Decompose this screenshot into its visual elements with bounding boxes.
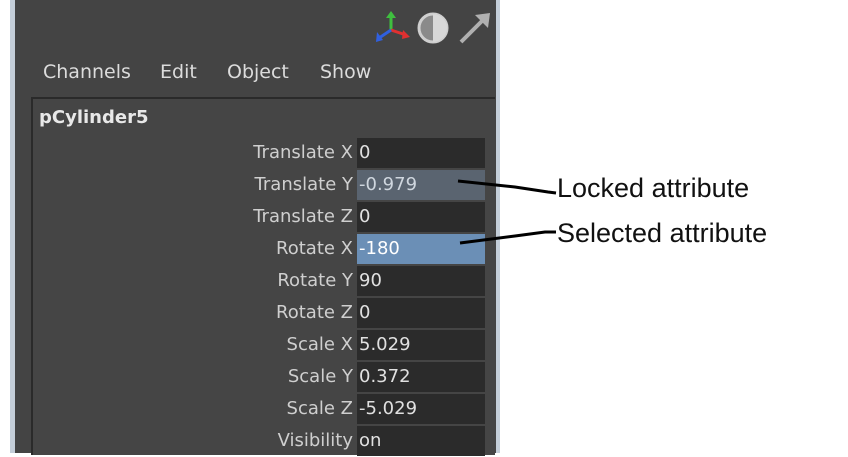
selected-pointer-line [459, 230, 556, 245]
locked-pointer-line [457, 179, 557, 195]
locked-attribute-annotation: Locked attribute [557, 173, 750, 203]
selected-attribute-annotation: Selected attribute [557, 218, 768, 248]
